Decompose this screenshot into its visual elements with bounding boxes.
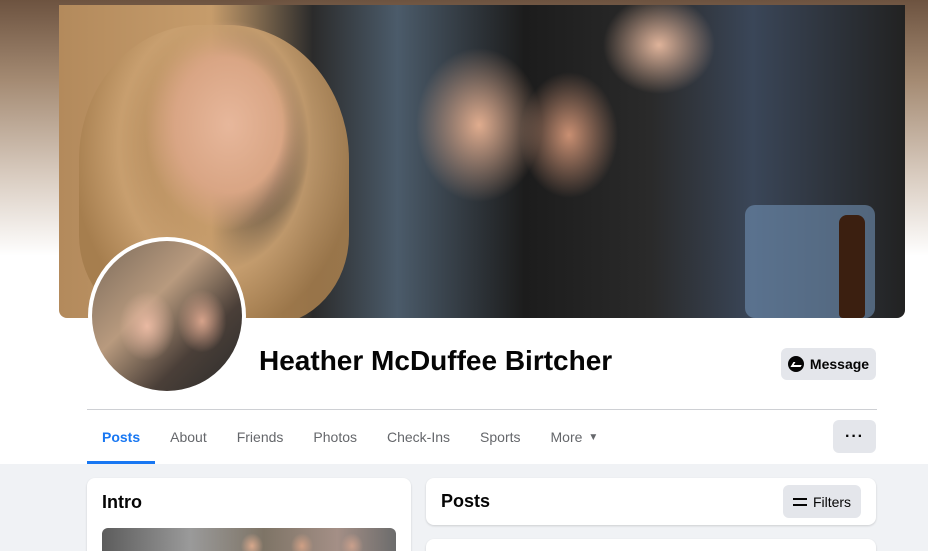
posts-title: Posts [441, 491, 491, 511]
tab-label: Friends [236, 429, 284, 445]
profile-avatar-image [92, 241, 242, 391]
intro-title: Intro [102, 492, 142, 512]
filters-button-label: Filters [812, 493, 852, 510]
cover-photo-detail [839, 215, 865, 318]
more-options-button[interactable]: ··· [833, 420, 876, 453]
tab-label: Photos [313, 429, 357, 445]
profile-name: Heather McDuffee Birtcher [259, 345, 613, 376]
tab-check-ins[interactable]: Check-Ins [372, 410, 465, 464]
tab-label: More [550, 429, 583, 445]
message-button[interactable]: Message [781, 348, 876, 380]
filters-button[interactable]: Filters [783, 485, 861, 518]
intro-card: Intro [87, 478, 411, 551]
profile-avatar[interactable] [88, 237, 246, 395]
posts-header-card: Posts Filters [426, 478, 876, 525]
tab-label: About [170, 429, 207, 445]
intro-featured-photo[interactable] [102, 528, 396, 551]
caret-down-icon: ▼ [588, 431, 599, 443]
tab-friends[interactable]: Friends [222, 410, 299, 464]
filters-sliders-icon [792, 496, 807, 508]
tab-label: Check-Ins [387, 429, 451, 445]
tab-label: Posts [102, 429, 141, 445]
message-button-label: Message [809, 356, 870, 372]
messenger-icon [787, 356, 804, 372]
profile-tabs: Posts About Friends Photos Check-Ins Spo… [87, 410, 613, 464]
tab-posts[interactable]: Posts [87, 410, 156, 464]
tab-photos[interactable]: Photos [298, 410, 372, 464]
tab-sports[interactable]: Sports [465, 410, 535, 464]
tab-label: Sports [480, 429, 521, 445]
tab-more[interactable]: More ▼ [536, 410, 614, 464]
post-card [426, 539, 876, 551]
tab-about[interactable]: About [155, 410, 222, 464]
